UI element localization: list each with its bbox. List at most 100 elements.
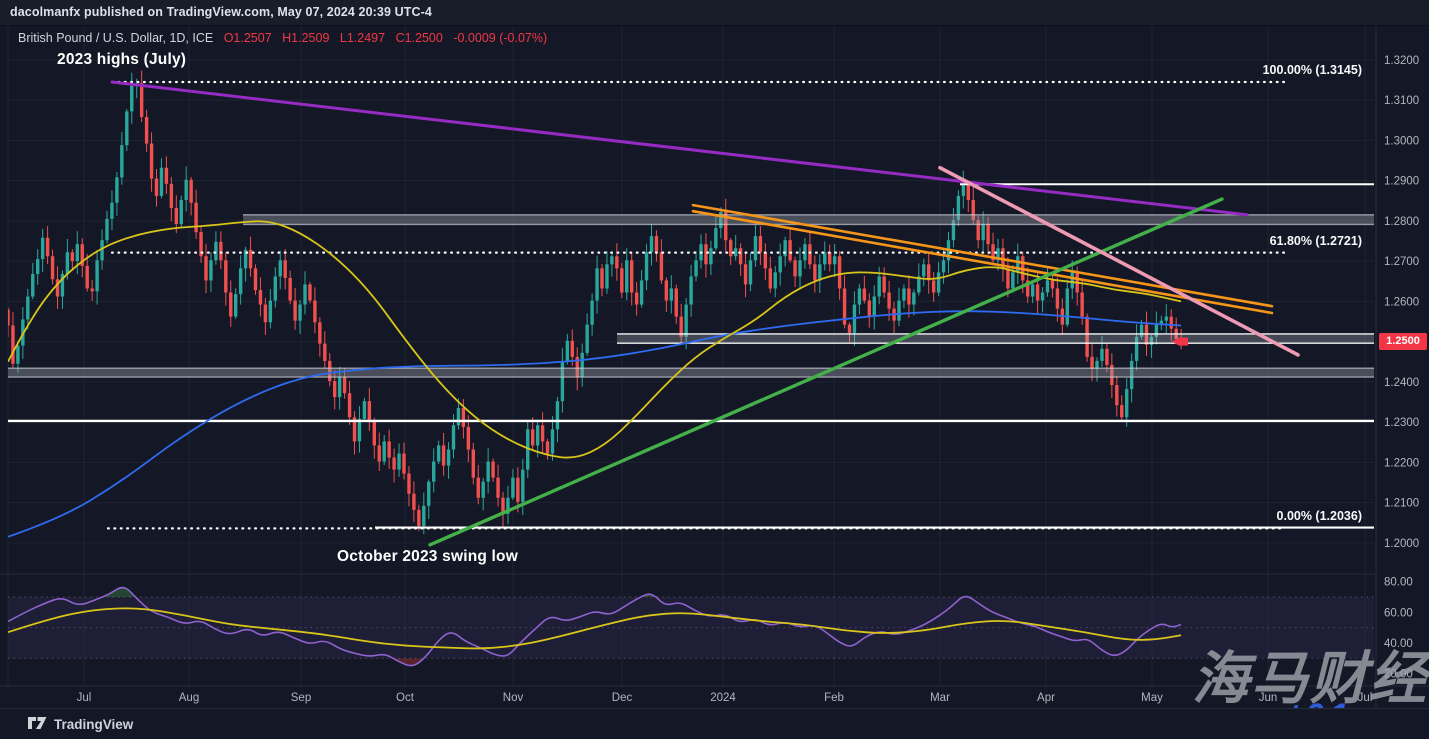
candle-body	[863, 288, 866, 300]
candle-body	[387, 441, 390, 457]
price-axis-label[interactable]: 1.2600	[1384, 296, 1419, 308]
fib-label-618[interactable]: 61.80% (1.2721)	[1270, 234, 1362, 248]
candle-body	[31, 274, 34, 297]
candle-body	[170, 184, 173, 208]
candle-body	[590, 301, 593, 325]
candle-body	[650, 236, 653, 252]
candle-body	[323, 344, 326, 361]
time-axis-label[interactable]: Feb	[824, 692, 844, 704]
fib-label-0[interactable]: 0.00% (1.2036)	[1277, 509, 1362, 523]
candle-body	[1170, 317, 1173, 329]
demand-zone-1.2430[interactable]	[8, 368, 1374, 377]
price-axis-label[interactable]: 1.2700	[1384, 256, 1419, 268]
candle-body	[477, 478, 480, 498]
candle-body	[1036, 284, 1039, 300]
candle-body	[432, 462, 435, 482]
price-axis-label[interactable]: 1.2900	[1384, 176, 1419, 188]
time-axis-label[interactable]: Dec	[612, 692, 633, 704]
candle-body	[566, 341, 569, 361]
candle-body	[66, 252, 69, 274]
candle-body	[922, 264, 925, 276]
rsi-axis-label[interactable]: 80.00	[1384, 577, 1413, 589]
candle-body	[818, 264, 821, 280]
price-axis-label[interactable]: 1.2000	[1384, 538, 1419, 550]
tradingview-logo[interactable]: TradingView	[28, 716, 133, 732]
candle-body	[333, 381, 336, 397]
candle-body	[764, 252, 767, 268]
time-axis-label[interactable]: 2024	[710, 692, 736, 704]
time-axis-label[interactable]: Apr	[1037, 692, 1055, 704]
candle-body	[833, 256, 836, 264]
ohlc-high: H1.2509	[282, 31, 329, 45]
rsi-pane[interactable]	[8, 588, 1374, 666]
rsi-axis-label[interactable]: 60.00	[1384, 607, 1413, 619]
price-axis-label[interactable]: 1.2300	[1384, 417, 1419, 429]
candle-body	[279, 260, 282, 276]
time-axis-label[interactable]: Mar	[930, 692, 950, 704]
candle-body	[684, 305, 687, 337]
candle-body	[655, 236, 658, 252]
candle-body	[26, 297, 29, 320]
price-axis-label[interactable]: 1.3200	[1384, 55, 1419, 67]
candle-body	[897, 301, 900, 321]
price-axis-label[interactable]: 1.3100	[1384, 95, 1419, 107]
candle-body	[46, 238, 49, 257]
candle-body	[927, 264, 930, 280]
annotation-2023-highs[interactable]: 2023 highs (July)	[57, 51, 186, 69]
candle-body	[1080, 292, 1083, 316]
candle-body	[86, 266, 89, 289]
candle-body	[848, 325, 851, 333]
candle-body	[427, 482, 430, 506]
candle-body	[274, 276, 277, 300]
candle-body	[937, 272, 940, 292]
candle-body	[348, 393, 351, 417]
time-axis-label[interactable]: Nov	[503, 692, 524, 704]
candle-body	[798, 260, 801, 276]
time-axis-label[interactable]: May	[1141, 692, 1163, 704]
candle-body	[165, 168, 168, 184]
candle-body	[491, 462, 494, 478]
price-axis-label[interactable]: 1.2800	[1384, 216, 1419, 228]
candle-body	[298, 305, 301, 321]
ohlc-open: O1.2507	[224, 31, 272, 45]
symbol-legend[interactable]: British Pound / U.S. Dollar, 1D, ICE O1.…	[18, 31, 554, 45]
price-axis-label[interactable]: 1.2400	[1384, 377, 1419, 389]
fib-label-100[interactable]: 100.00% (1.3145)	[1263, 63, 1362, 77]
candle-body	[303, 284, 306, 304]
candle-body	[155, 179, 158, 196]
candle-body	[259, 290, 262, 304]
candle-body	[1105, 349, 1108, 365]
time-axis-label[interactable]: Sep	[291, 692, 311, 704]
time-axis-label[interactable]: Oct	[396, 692, 415, 704]
candle-body	[704, 244, 707, 264]
candle-body	[11, 326, 14, 364]
annotation-october-swing-low[interactable]: October 2023 swing low	[337, 548, 518, 566]
candle-body	[595, 268, 598, 300]
candle-body	[546, 441, 549, 453]
supply-zone-1.2800[interactable]	[243, 215, 1374, 225]
time-axis-label[interactable]: Jul	[77, 692, 92, 704]
candle-body	[402, 453, 405, 473]
candle-body	[180, 200, 183, 224]
price-chart[interactable]: 1.3200 1.3100 1.3000 1.2900 1.2800 1.2700 1.26…	[0, 0, 1429, 739]
price-axis-label[interactable]: 1.3000	[1384, 135, 1419, 147]
time-axis-label[interactable]: Aug	[179, 692, 199, 704]
candle-body	[313, 301, 316, 323]
candle-body	[942, 260, 945, 272]
price-axis-label[interactable]: 1.2100	[1384, 498, 1419, 510]
candle-body	[140, 83, 143, 117]
candle-body	[1120, 405, 1123, 417]
candle-body	[1046, 280, 1049, 292]
symbol-title[interactable]: British Pound / U.S. Dollar, 1D, ICE	[18, 31, 213, 45]
candle-body	[769, 268, 772, 288]
candle-body	[541, 425, 544, 441]
candle-body	[694, 260, 697, 276]
candle-body	[605, 264, 608, 288]
price-axis-label[interactable]: 1.2200	[1384, 457, 1419, 469]
candle-body	[214, 242, 217, 261]
candle-body	[397, 453, 400, 469]
candle-body	[1031, 284, 1034, 296]
candle-body	[1006, 268, 1009, 288]
candle-body	[783, 240, 786, 256]
candle-body	[269, 301, 272, 323]
